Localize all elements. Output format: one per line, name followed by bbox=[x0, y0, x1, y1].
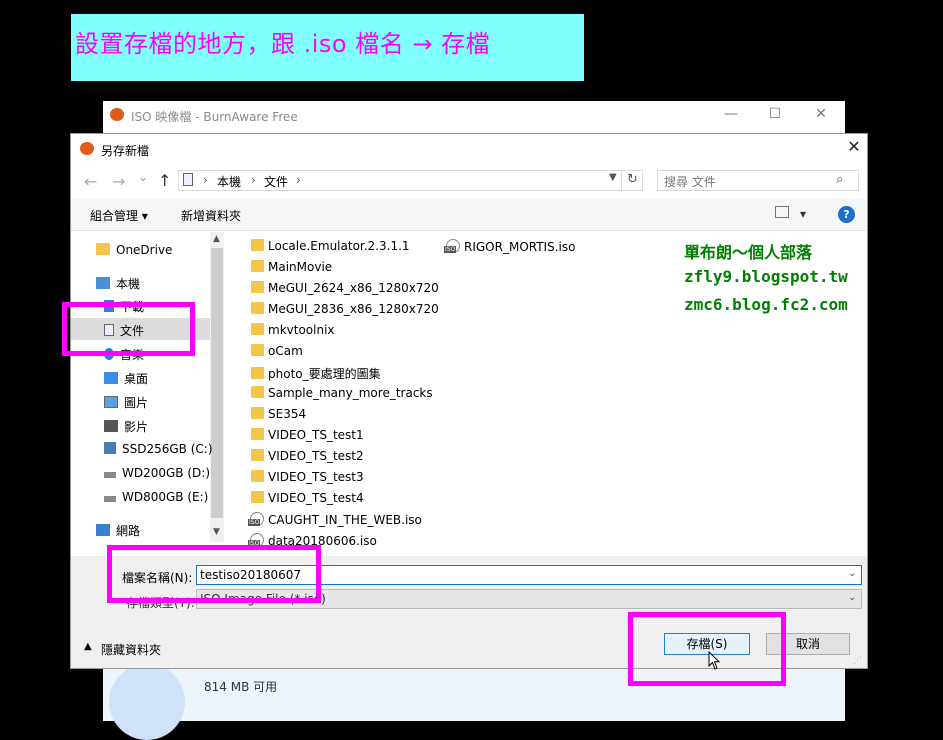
drive-icon bbox=[104, 442, 116, 454]
banner-text: 設置存檔的地方，跟 .iso 檔名 → 存檔 bbox=[75, 30, 491, 58]
list-item[interactable]: Sample_many_more_tracks bbox=[251, 386, 433, 400]
chevron-up-icon[interactable]: ▲ bbox=[84, 641, 92, 652]
search-placeholder: 搜尋 文件 bbox=[664, 175, 716, 189]
minimize-icon[interactable]: — bbox=[711, 106, 751, 122]
forward-icon[interactable]: → bbox=[112, 172, 125, 191]
filetype-dropdown-icon[interactable]: ⌄ bbox=[848, 592, 856, 603]
folder-icon bbox=[251, 428, 264, 440]
videos-icon bbox=[104, 420, 118, 432]
resize-grip-icon[interactable]: ⋰ bbox=[853, 656, 862, 666]
breadcrumb-separator: › bbox=[296, 173, 301, 187]
highlight-save bbox=[628, 612, 786, 686]
folder-icon bbox=[251, 344, 264, 356]
search-icon[interactable]: ⌕ bbox=[836, 172, 843, 187]
up-icon[interactable]: ↑ bbox=[158, 171, 171, 190]
highlight-documents bbox=[62, 302, 195, 356]
list-item[interactable]: SE354 bbox=[251, 407, 306, 421]
folder-icon bbox=[251, 491, 264, 503]
nav-item-videos[interactable]: 影片 bbox=[104, 418, 148, 435]
nav-scrollbar-thumb[interactable] bbox=[211, 248, 223, 518]
highlight-filename bbox=[107, 545, 321, 603]
back-icon[interactable]: ← bbox=[84, 172, 97, 191]
scroll-down-icon[interactable]: ▼ bbox=[213, 527, 220, 537]
folder-icon bbox=[251, 449, 264, 461]
nav-item-onedrive[interactable]: OneDrive bbox=[96, 243, 172, 257]
watermark-line: zmc6.blog.fc2.com bbox=[684, 295, 848, 314]
dialog-title: 另存新檔 bbox=[101, 144, 150, 158]
breadcrumb-separator: › bbox=[251, 173, 256, 187]
address-bar[interactable] bbox=[178, 170, 643, 191]
nav-item-pictures[interactable]: 圖片 bbox=[104, 394, 148, 411]
folder-icon bbox=[251, 386, 264, 398]
list-item[interactable]: MeGUI_2836_x86_1280x720 bbox=[251, 302, 439, 316]
folder-icon bbox=[251, 260, 264, 272]
list-item[interactable]: mkvtoolnix bbox=[251, 323, 335, 337]
list-item[interactable]: VIDEO_TS_test2 bbox=[251, 449, 364, 463]
free-space-label: 814 MB 可用 bbox=[204, 680, 278, 694]
drive-icon bbox=[104, 472, 116, 478]
nav-item-drive-e[interactable]: WD800GB (E:) bbox=[104, 490, 208, 504]
breadcrumb-separator: › bbox=[203, 173, 208, 187]
list-item[interactable]: VIDEO_TS_test4 bbox=[251, 491, 364, 505]
folder-icon bbox=[96, 243, 110, 255]
dialog-close-icon[interactable]: ✕ bbox=[842, 137, 866, 159]
list-item[interactable]: oCam bbox=[251, 344, 303, 358]
network-icon bbox=[96, 524, 110, 536]
maximize-icon[interactable]: ☐ bbox=[755, 106, 795, 122]
pictures-icon bbox=[104, 396, 118, 408]
list-item[interactable]: CAUGHT_IN_THE_WEB.iso bbox=[248, 512, 422, 527]
view-dropdown-icon[interactable]: ▾ bbox=[800, 207, 806, 221]
scroll-up-icon[interactable]: ▲ bbox=[213, 234, 220, 244]
list-item[interactable]: VIDEO_TS_test3 bbox=[251, 470, 364, 484]
breadcrumb-item[interactable]: 本機 bbox=[217, 173, 241, 190]
new-folder-button[interactable]: 新增資料夾 bbox=[181, 207, 241, 224]
folder-icon bbox=[251, 470, 264, 482]
dialog-app-icon bbox=[80, 142, 94, 155]
nav-item-desktop[interactable]: 桌面 bbox=[104, 370, 148, 387]
drive-icon bbox=[104, 496, 116, 502]
folder-icon bbox=[251, 407, 264, 419]
list-item[interactable]: MeGUI_2624_x86_1280x720 bbox=[251, 281, 439, 295]
burnaware-title: ISO 映像檔 - BurnAware Free bbox=[131, 110, 298, 124]
folder-icon bbox=[251, 323, 264, 335]
iso-file-icon bbox=[444, 239, 460, 253]
mouse-cursor-icon bbox=[708, 650, 722, 674]
folder-icon bbox=[251, 239, 264, 251]
list-item[interactable]: VIDEO_TS_test1 bbox=[251, 428, 364, 442]
list-item[interactable]: RIGOR_MORTIS.iso bbox=[444, 239, 575, 254]
nav-item-drive-c[interactable]: SSD256GB (C:) bbox=[104, 442, 213, 456]
watermark-line: zfly9.blogspot.tw bbox=[684, 267, 848, 286]
nav-item-network[interactable]: 網路 bbox=[96, 522, 140, 539]
nav-item-this-pc[interactable]: 本機 bbox=[96, 275, 140, 292]
breadcrumb-item[interactable]: 文件 bbox=[264, 173, 288, 190]
computer-icon bbox=[96, 277, 110, 289]
history-dropdown-icon[interactable]: ⌄ bbox=[138, 170, 148, 184]
folder-icon bbox=[251, 302, 264, 314]
view-icon[interactable] bbox=[775, 206, 789, 218]
filename-dropdown-icon[interactable]: ⌄ bbox=[848, 568, 856, 579]
disc-usage-chart bbox=[109, 664, 185, 740]
list-item[interactable]: photo_要處理的圖集 bbox=[251, 365, 381, 382]
folder-icon bbox=[251, 367, 264, 379]
help-icon[interactable]: ? bbox=[838, 206, 855, 223]
burnaware-logo-icon bbox=[110, 108, 124, 121]
watermark-line: 單布朗～個人部落 bbox=[684, 243, 813, 262]
hide-folders-button[interactable]: 隱藏資料夾 bbox=[101, 641, 161, 658]
documents-icon bbox=[183, 173, 193, 186]
iso-file-icon bbox=[248, 512, 264, 526]
desktop-icon bbox=[104, 372, 118, 384]
address-dropdown-icon[interactable]: ▼ bbox=[609, 172, 617, 183]
organize-button[interactable]: 組合管理 ▾ bbox=[90, 207, 148, 224]
list-item[interactable]: Locale.Emulator.2.3.1.1 bbox=[251, 239, 410, 253]
folder-icon bbox=[251, 281, 264, 293]
list-item[interactable]: MainMovie bbox=[251, 260, 332, 274]
refresh-icon[interactable]: ↻ bbox=[621, 170, 643, 191]
window-close-icon[interactable]: ✕ bbox=[801, 106, 841, 122]
nav-item-drive-d[interactable]: WD200GB (D:) bbox=[104, 466, 210, 480]
